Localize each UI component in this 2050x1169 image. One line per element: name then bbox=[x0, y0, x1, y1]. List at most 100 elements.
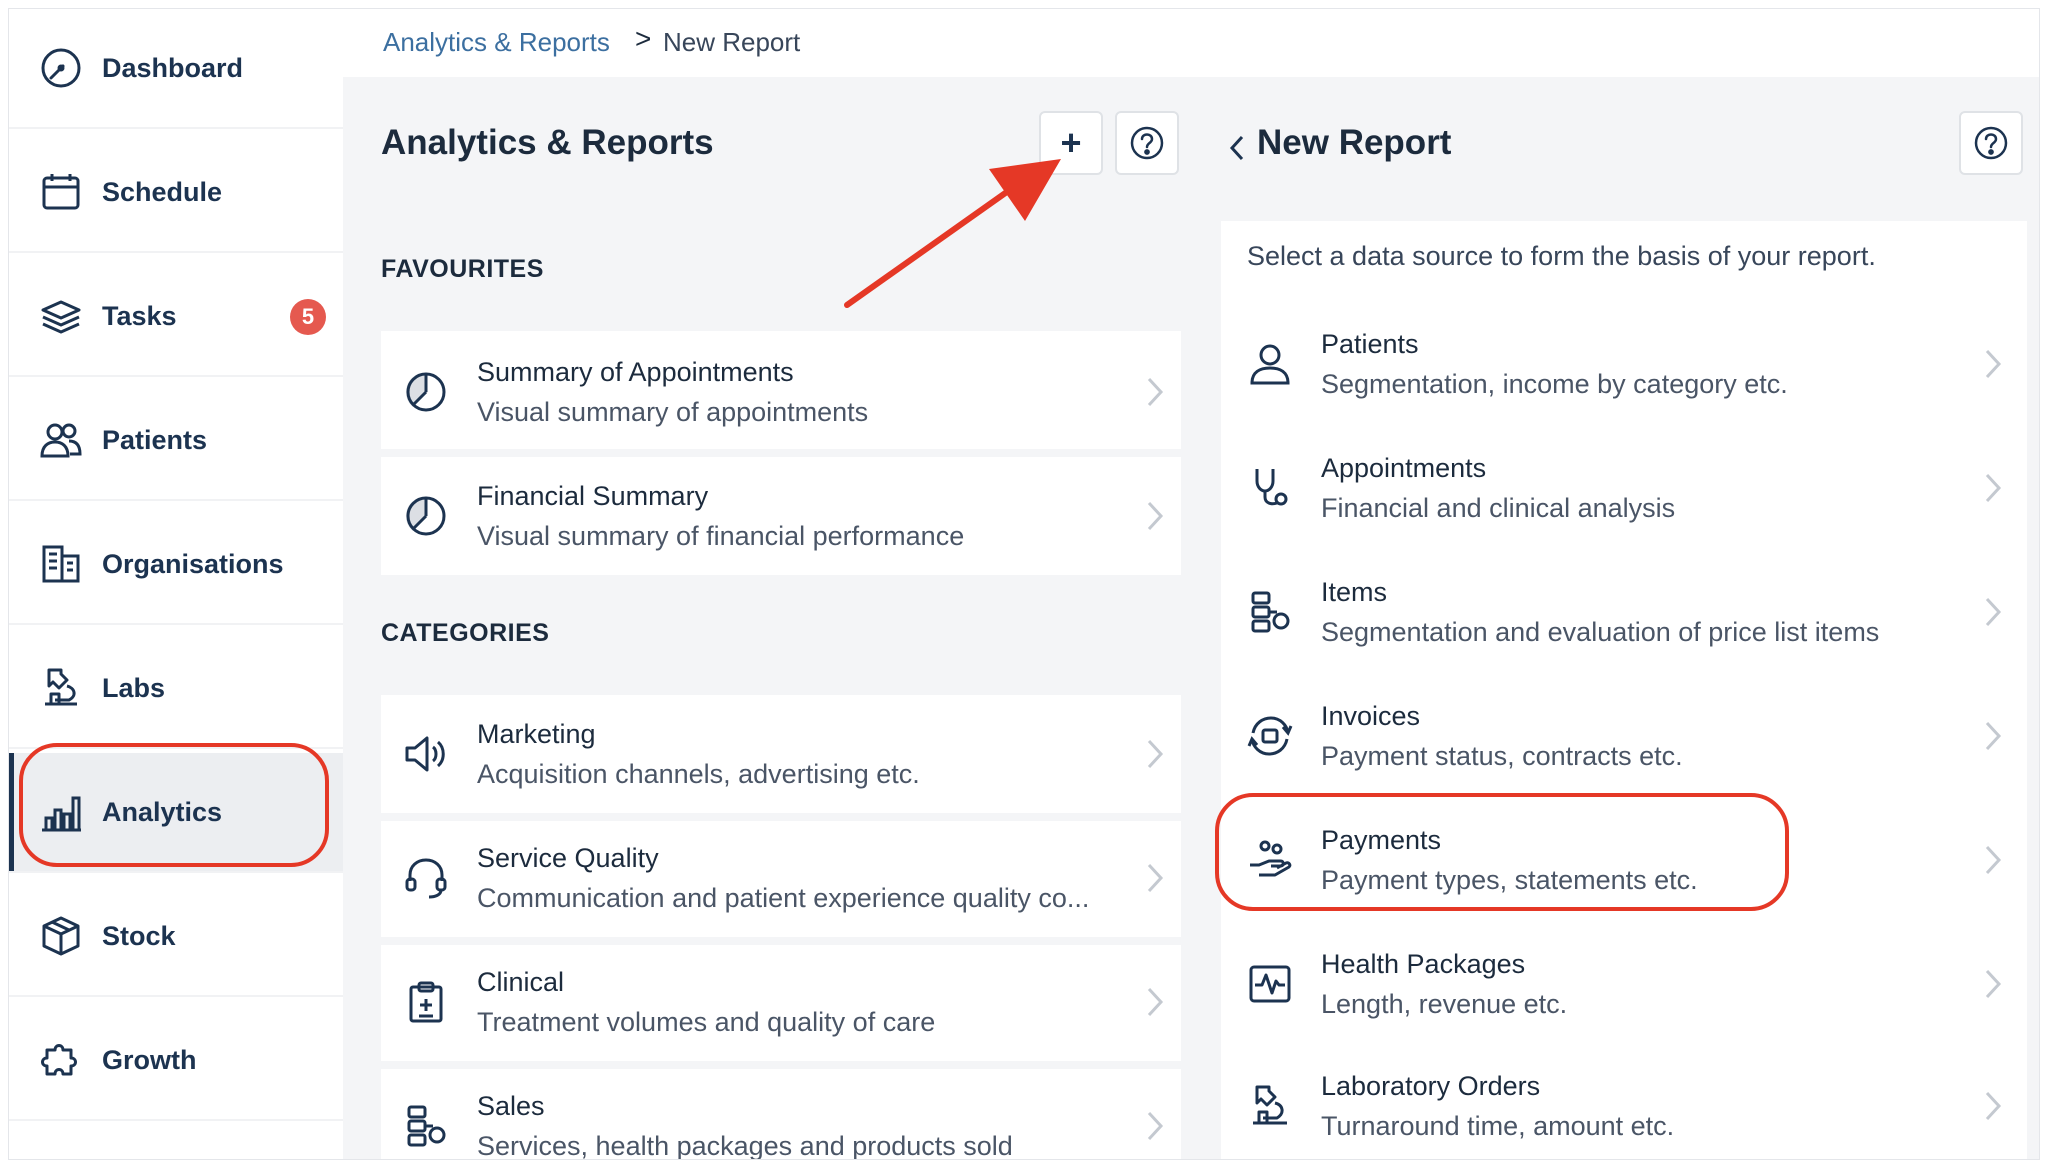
pie-chart-icon bbox=[405, 496, 446, 536]
help-icon bbox=[1974, 126, 2008, 160]
list-item-marketing[interactable]: Marketing Acquisition channels, advertis… bbox=[381, 695, 1181, 813]
sidebar-item-label: Labs bbox=[102, 672, 166, 703]
list-item-financial-summary[interactable]: Financial Summary Visual summary of fina… bbox=[381, 457, 1181, 575]
sidebar-item-tasks[interactable]: Tasks 5 bbox=[9, 257, 343, 377]
sidebar-item-dashboard[interactable]: Dashboard bbox=[9, 9, 343, 129]
chevron-right-icon bbox=[1985, 721, 2002, 751]
sidebar-item-analytics[interactable]: Analytics bbox=[9, 753, 343, 873]
chevron-right-icon bbox=[1985, 473, 2002, 503]
sidebar-item-schedule[interactable]: Schedule bbox=[9, 133, 343, 253]
sidebar: Dashboard Schedule Tasks 5 Patients Orga… bbox=[9, 9, 343, 1159]
invoice-cycle-icon bbox=[1247, 716, 1293, 756]
sidebar-item-label: Patients bbox=[102, 424, 208, 455]
list-item-title: Service Quality bbox=[477, 843, 659, 873]
items-icon bbox=[407, 1105, 446, 1147]
list-item-clinical[interactable]: Clinical Treatment volumes and quality o… bbox=[381, 945, 1181, 1061]
list-item-subtitle: Visual summary of financial performance bbox=[477, 521, 965, 551]
lab-icon bbox=[1253, 1085, 1287, 1125]
lab-icon bbox=[45, 668, 77, 706]
building-icon bbox=[42, 545, 80, 583]
list-item-title: Laboratory Orders bbox=[1321, 1071, 1541, 1101]
page-title: Analytics & Reports bbox=[381, 123, 714, 162]
chevron-right-icon bbox=[1985, 969, 2002, 999]
chevron-right-icon bbox=[1985, 597, 2002, 627]
sidebar-item-label: Growth bbox=[102, 1044, 197, 1075]
favourites-list: Summary of Appointments Visual summary o… bbox=[381, 331, 1181, 575]
sidebar-item-label: Tasks bbox=[102, 300, 177, 331]
stethoscope-icon bbox=[1255, 469, 1288, 506]
megaphone-icon bbox=[405, 736, 445, 772]
person-icon bbox=[1250, 344, 1290, 385]
data-source-hint: Select a data source to form the basis o… bbox=[1221, 221, 2027, 303]
divider bbox=[381, 1061, 1181, 1069]
list-item-subtitle: Communication and patient experience qua… bbox=[477, 883, 1090, 913]
list-item-title: Financial Summary bbox=[477, 481, 709, 511]
hand-coins-icon bbox=[1250, 840, 1292, 877]
list-item-title: Appointments bbox=[1321, 453, 1487, 483]
users-icon bbox=[40, 423, 82, 458]
chevron-right-icon bbox=[1147, 987, 1164, 1017]
box-icon bbox=[42, 916, 80, 956]
help-icon bbox=[1130, 126, 1164, 160]
chevron-right-icon bbox=[1147, 501, 1164, 531]
list-item-subtitle: Services, health packages and products s… bbox=[477, 1131, 1013, 1160]
list-item-sales[interactable]: Sales Services, health packages and prod… bbox=[381, 1069, 1181, 1160]
chevron-right-icon bbox=[1147, 1111, 1164, 1141]
list-item-service-quality[interactable]: Service Quality Communication and patien… bbox=[381, 821, 1181, 937]
breadcrumb-current: New Report bbox=[663, 27, 801, 57]
breadcrumb-separator: > bbox=[635, 23, 652, 54]
tasks-count-badge: 5 bbox=[290, 299, 326, 335]
categories-heading: CATEGORIES bbox=[381, 619, 550, 647]
divider bbox=[381, 813, 1181, 821]
clipboard-medical-icon bbox=[409, 981, 443, 1023]
list-item-items[interactable]: Items Segmentation and evaluation of pri… bbox=[1221, 551, 2027, 675]
sidebar-item-label: Analytics bbox=[102, 796, 223, 827]
list-item-title: Patients bbox=[1321, 329, 1419, 359]
app-window: Dashboard Schedule Tasks 5 Patients Orga… bbox=[8, 8, 2040, 1160]
divider bbox=[381, 449, 1181, 457]
chevron-right-icon bbox=[1985, 845, 2002, 875]
sidebar-item-growth[interactable]: Growth bbox=[9, 1001, 343, 1121]
sidebar-item-organisations[interactable]: Organisations bbox=[9, 505, 343, 625]
list-item-laboratory-orders[interactable]: Laboratory Orders Turnaround time, amoun… bbox=[1221, 1047, 2027, 1159]
sidebar-item-labs[interactable]: Labs bbox=[9, 629, 343, 749]
list-item-patients[interactable]: Patients Segmentation, income by categor… bbox=[1221, 303, 2027, 427]
sidebar-item-stock[interactable]: Stock bbox=[9, 877, 343, 997]
sidebar-item-patients[interactable]: Patients bbox=[9, 381, 343, 501]
layers-icon bbox=[41, 300, 81, 334]
list-item-subtitle: Segmentation, income by category etc. bbox=[1321, 369, 1788, 399]
chevron-right-icon bbox=[1147, 377, 1164, 407]
panel-help-button[interactable] bbox=[1959, 111, 2023, 175]
chevron-left-icon[interactable] bbox=[1227, 133, 1247, 163]
list-item-title: Invoices bbox=[1321, 701, 1421, 731]
list-item-title: Sales bbox=[477, 1091, 545, 1121]
items-icon bbox=[1251, 591, 1290, 633]
list-item-title: Payments bbox=[1321, 825, 1442, 855]
sidebar-item-label: Schedule bbox=[102, 176, 223, 207]
favourites-heading: FAVOURITES bbox=[381, 255, 544, 283]
list-item-title: Marketing bbox=[477, 719, 596, 749]
list-item-health-packages[interactable]: Health Packages Length, revenue etc. bbox=[1221, 923, 2027, 1047]
list-item-summary-of-appointments[interactable]: Summary of Appointments Visual summary o… bbox=[381, 331, 1181, 449]
sidebar-item-label: Stock bbox=[102, 920, 176, 951]
panel-title: New Report bbox=[1257, 123, 1452, 162]
list-item-subtitle: Turnaround time, amount etc. bbox=[1321, 1111, 1675, 1141]
list-item-subtitle: Visual summary of appointments bbox=[477, 397, 869, 427]
list-item-payments[interactable]: Payments Payment types, statements etc. bbox=[1221, 799, 2027, 923]
list-item-subtitle: Length, revenue etc. bbox=[1321, 989, 1568, 1019]
hint-text: Select a data source to form the basis o… bbox=[1247, 241, 1876, 271]
puzzle-icon bbox=[41, 1044, 77, 1076]
list-item-subtitle: Treatment volumes and quality of care bbox=[477, 1007, 936, 1037]
breadcrumb-link-analytics[interactable]: Analytics & Reports bbox=[383, 27, 610, 58]
heartbeat-monitor-icon bbox=[1249, 965, 1291, 1003]
list-item-title: Items bbox=[1321, 577, 1388, 607]
sidebar-item-label: Dashboard bbox=[102, 52, 244, 83]
list-item-subtitle: Segmentation and evaluation of price lis… bbox=[1321, 617, 1880, 647]
categories-list: Marketing Acquisition channels, advertis… bbox=[381, 695, 1181, 1160]
list-item-appointments[interactable]: Appointments Financial and clinical anal… bbox=[1221, 427, 2027, 551]
help-button[interactable] bbox=[1115, 111, 1179, 175]
list-item-subtitle: Payment types, statements etc. bbox=[1321, 865, 1698, 895]
list-item-title: Clinical bbox=[477, 967, 565, 997]
calendar-icon bbox=[42, 174, 80, 210]
list-item-invoices[interactable]: Invoices Payment status, contracts etc. bbox=[1221, 675, 2027, 799]
